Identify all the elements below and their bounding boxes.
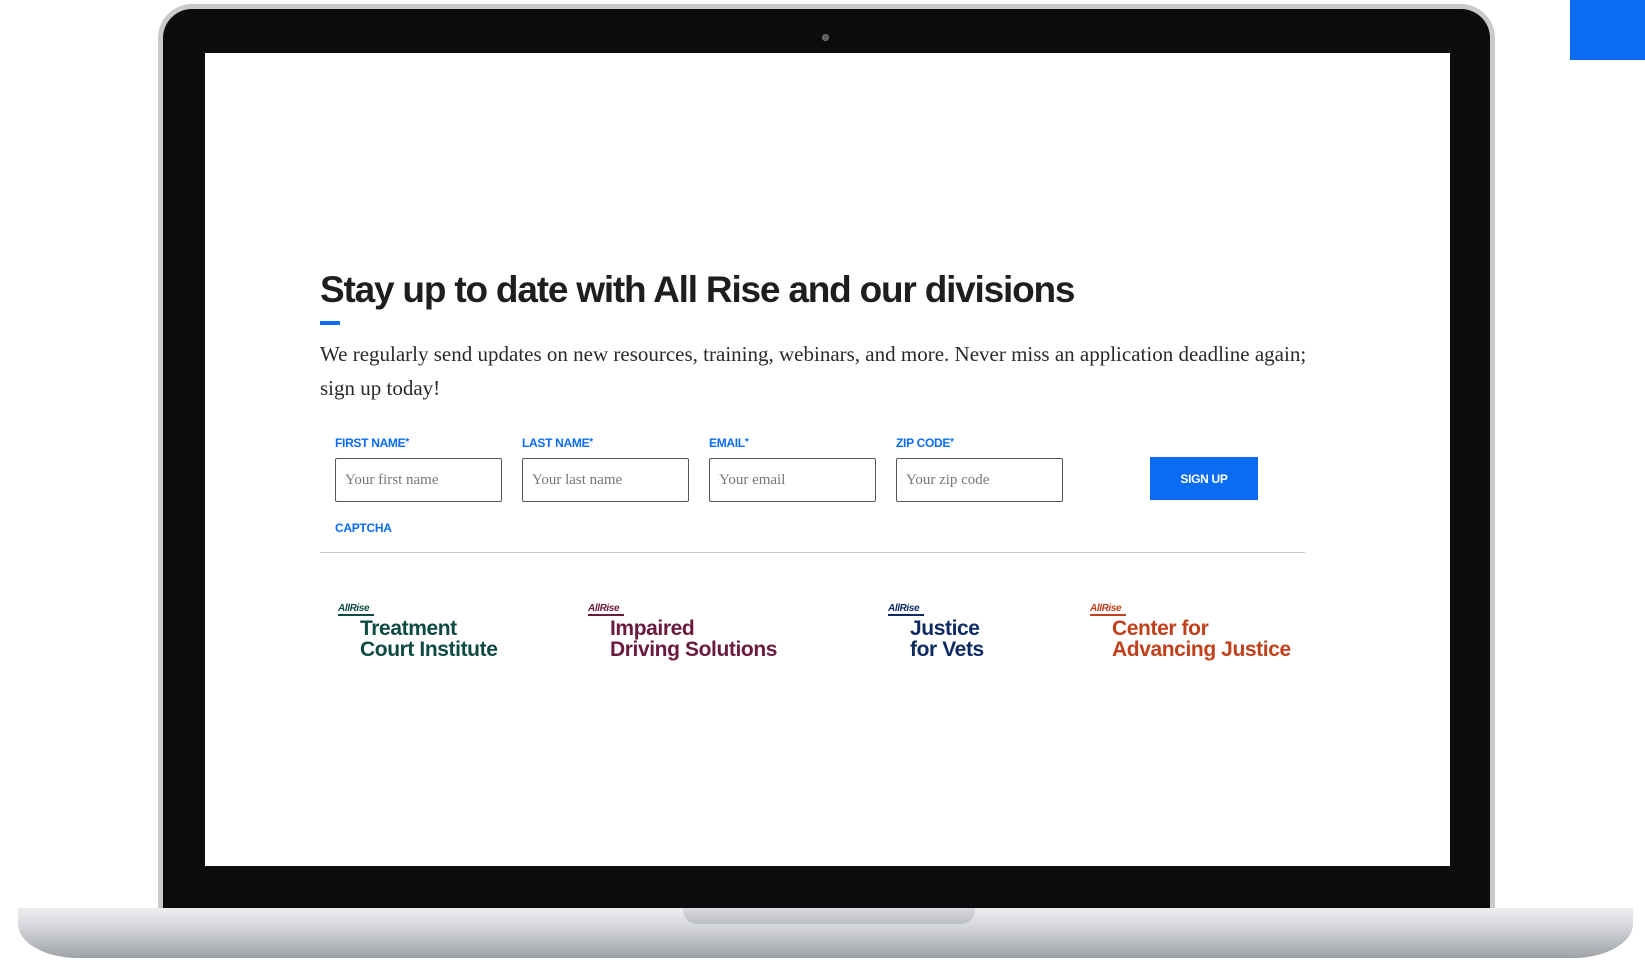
- page-title: Stay up to date with All Rise and our di…: [320, 269, 1075, 310]
- allrise-brand-mark: AllRise: [888, 603, 920, 614]
- allrise-brand-mark: AllRise: [1090, 603, 1122, 614]
- signup-form: FIRST NAME* LAST NAME* EMAIL* ZIP CODE* …: [320, 435, 1305, 550]
- email-field-group: EMAIL*: [709, 435, 876, 502]
- division-name-line2: Driving Solutions: [610, 638, 778, 661]
- zip-code-input[interactable]: [896, 458, 1063, 502]
- signup-section: Stay up to date with All Rise and our di…: [320, 268, 1306, 693]
- division-name-line1: Impaired: [610, 617, 695, 640]
- first-name-label: FIRST NAME*: [335, 436, 409, 450]
- email-input[interactable]: [709, 458, 876, 502]
- laptop-screen: Stay up to date with All Rise and our di…: [205, 53, 1450, 866]
- zip-code-field-group: ZIP CODE*: [896, 435, 1063, 502]
- camera-icon: [822, 34, 829, 41]
- corner-accent-tab: [1570, 0, 1645, 60]
- title-accent-rule: [320, 321, 340, 325]
- email-label: EMAIL*: [709, 436, 749, 450]
- sign-up-button[interactable]: SIGN UP: [1150, 457, 1258, 500]
- logo-center-for-advancing-justice[interactable]: AllRise Center for Advancing Justice: [1090, 603, 1291, 660]
- allrise-brand-mark: AllRise: [588, 603, 620, 614]
- first-name-input[interactable]: [335, 458, 502, 502]
- section-divider: [320, 552, 1305, 553]
- laptop-base-notch: [683, 908, 975, 924]
- division-logos: AllRise Treatment Court Institute AllRis…: [320, 603, 1305, 693]
- required-mark: *: [950, 437, 954, 448]
- allrise-brand-mark: AllRise: [338, 603, 370, 614]
- last-name-label: LAST NAME*: [522, 436, 593, 450]
- division-name-line2: Court Institute: [360, 638, 498, 661]
- required-mark: *: [744, 437, 749, 448]
- first-name-field-group: FIRST NAME*: [335, 435, 502, 502]
- division-name-line1: Treatment: [360, 617, 457, 640]
- division-name-line2: Advancing Justice: [1112, 638, 1291, 661]
- required-mark: *: [405, 437, 409, 448]
- last-name-field-group: LAST NAME*: [522, 435, 689, 502]
- last-name-input[interactable]: [522, 458, 689, 502]
- logo-impaired-driving-solutions[interactable]: AllRise Impaired Driving Solutions: [588, 603, 777, 660]
- zip-code-label: ZIP CODE*: [896, 436, 954, 450]
- division-name-line1: Justice: [910, 617, 980, 640]
- required-mark: *: [589, 437, 593, 448]
- logo-treatment-court-institute[interactable]: AllRise Treatment Court Institute: [338, 603, 498, 661]
- logo-justice-for-vets[interactable]: AllRise Justice for Vets: [888, 603, 984, 660]
- intro-text: We regularly send updates on new resourc…: [320, 342, 1307, 400]
- division-name-line1: Center for: [1112, 617, 1209, 640]
- division-name-line2: for Vets: [910, 638, 984, 661]
- captcha-label: CAPTCHA: [335, 521, 392, 535]
